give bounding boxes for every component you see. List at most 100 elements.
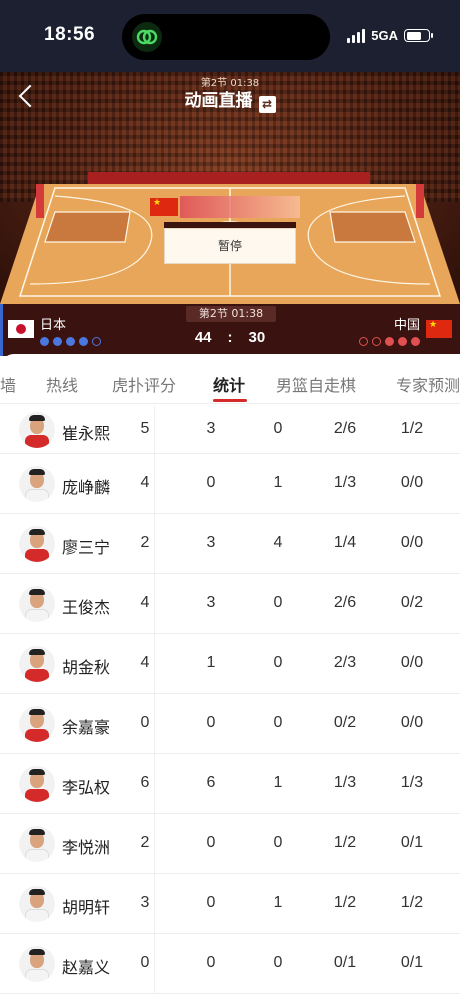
away-team-name: 中国 — [393, 318, 420, 333]
player-name[interactable]: 庞峥麟 — [62, 474, 110, 498]
stat-cell: 1/3 — [400, 774, 424, 791]
player-name[interactable]: 崔永熙 — [62, 420, 110, 444]
arena-banner — [88, 172, 370, 184]
dynamic-island — [122, 14, 330, 60]
player-avatar[interactable] — [19, 412, 55, 448]
player-avatar[interactable] — [19, 466, 55, 502]
stat-cell: 2/6 — [333, 420, 357, 437]
stat-cell: 3 — [206, 534, 216, 551]
stat-cell: 0 — [206, 954, 216, 971]
stat-cell: 2 — [140, 534, 150, 551]
stat-cell: 0 — [273, 594, 283, 611]
stat-cell: 0 — [206, 894, 216, 911]
stat-cell: 3 — [206, 594, 216, 611]
status-time: 18:56 — [44, 24, 96, 45]
stat-cell: 2/3 — [333, 654, 357, 671]
stat-cell: 0 — [206, 714, 216, 731]
stat-cell: 0 — [273, 654, 283, 671]
stat-cell: 0/2 — [333, 714, 357, 731]
tab-wall[interactable]: 墙 — [0, 372, 16, 396]
stat-cell: 4 — [273, 534, 283, 551]
stat-cell: 0/0 — [400, 534, 424, 551]
stat-cell: 1/3 — [333, 774, 357, 791]
player-name[interactable]: 赵嘉义 — [62, 954, 110, 978]
stat-cell: 0 — [140, 714, 150, 731]
stat-cell: 4 — [140, 474, 150, 491]
table-row[interactable]: 李悦洲 2 0 0 1/2 0/1 — [0, 814, 460, 874]
stat-cell: 0 — [273, 834, 283, 851]
table-row[interactable]: 廖三宁 2 3 4 1/4 0/0 — [0, 514, 460, 574]
page-title-text: 动画直播 — [184, 91, 253, 111]
stat-cell: 1 — [206, 654, 216, 671]
pause-notice: 暂停 — [164, 228, 296, 264]
table-row[interactable]: 庞峥麟 4 0 1 1/3 0/0 — [0, 454, 460, 514]
player-name[interactable]: 廖三宁 — [62, 534, 110, 558]
possession-bar — [180, 196, 300, 218]
tab-hotline[interactable]: 热线 — [46, 372, 78, 396]
stat-cell: 0/0 — [400, 714, 424, 731]
stat-cell: 0/1 — [400, 834, 424, 851]
player-avatar[interactable] — [19, 946, 55, 982]
player-name[interactable]: 胡明轩 — [62, 894, 110, 918]
stat-cell: 6 — [206, 774, 216, 791]
home-score: 44 — [194, 329, 212, 346]
stat-cell: 5 — [140, 420, 150, 437]
player-name[interactable]: 王俊杰 — [62, 594, 110, 618]
stat-cell: 1 — [273, 894, 283, 911]
stat-cell: 1/3 — [333, 474, 357, 491]
player-name[interactable]: 余嘉豪 — [62, 714, 110, 738]
stat-cell: 2 — [140, 834, 150, 851]
timeout-dot — [385, 337, 394, 346]
stat-cell: 0/0 — [400, 654, 424, 671]
stat-cell: 0 — [273, 954, 283, 971]
player-avatar[interactable] — [19, 706, 55, 742]
stat-cell: 2/6 — [333, 594, 357, 611]
tab-ratings[interactable]: 虎扑评分 — [112, 372, 176, 396]
stat-cell: 6 — [140, 774, 150, 791]
tab-expert-prediction[interactable]: 专家预测 — [396, 372, 460, 396]
table-row[interactable]: 胡金秋 4 1 0 2/3 0/0 — [0, 634, 460, 694]
table-row[interactable]: 王俊杰 4 3 0 2/6 0/2 — [0, 574, 460, 634]
page-title: 动画直播 ⇄ — [0, 86, 460, 113]
player-name[interactable]: 李悦洲 — [62, 834, 110, 858]
stat-cell: 1/2 — [400, 894, 424, 911]
battery-icon — [404, 29, 433, 42]
content-sheet: 墙 热线 虎扑评分 统计 男篮自走棋 专家预测 崔永熙 5 3 0 2/6 1/2 庞峥麟 4… — [0, 354, 460, 1000]
player-name[interactable]: 李弘权 — [62, 774, 110, 798]
player-name[interactable]: 胡金秋 — [62, 654, 110, 678]
tab-bar: 墙 热线 虎扑评分 统计 男篮自走棋 专家预测 — [0, 354, 460, 404]
timeout-dot — [372, 337, 381, 346]
stat-cell: 1/2 — [333, 894, 357, 911]
table-row[interactable]: 赵嘉义 0 0 0 0/1 0/1 — [0, 934, 460, 994]
stat-cell: 0 — [206, 834, 216, 851]
stat-cell: 0 — [206, 474, 216, 491]
stat-cell: 1/2 — [333, 834, 357, 851]
table-row[interactable]: 崔永熙 5 3 0 2/6 1/2 — [0, 406, 460, 454]
player-avatar[interactable] — [19, 526, 55, 562]
stat-cell: 0/2 — [400, 594, 424, 611]
table-row[interactable]: 李弘权 6 6 1 1/3 1/3 — [0, 754, 460, 814]
player-avatar[interactable] — [19, 766, 55, 802]
tab-auto-chess[interactable]: 男篮自走棋 — [276, 372, 356, 396]
table-row[interactable]: 胡明轩 3 0 1 1/2 1/2 — [0, 874, 460, 934]
player-avatar[interactable] — [19, 826, 55, 862]
stat-cell: 0/1 — [333, 954, 357, 971]
swap-icon[interactable]: ⇄ — [258, 96, 276, 113]
tab-stats[interactable]: 统计 — [213, 372, 245, 396]
period-clock: 第2节 01:38 — [186, 306, 276, 322]
scoreboard: 日本 第2节 01:38 44:30 中国 — [0, 304, 460, 356]
away-score: 30 — [248, 329, 266, 346]
signal-icon — [347, 28, 366, 43]
network-type: 5GA — [371, 28, 398, 43]
player-avatar[interactable] — [19, 646, 55, 682]
player-stats-table: 崔永熙 5 3 0 2/6 1/2 庞峥麟 4 0 1 1/3 0/0 廖三宁 2 3 4 1/4 0/0 王俊杰 4… — [0, 406, 460, 994]
player-avatar[interactable] — [19, 886, 55, 922]
stat-cell: 1/2 — [400, 420, 424, 437]
stat-cell: 0 — [273, 714, 283, 731]
table-row[interactable]: 余嘉豪 0 0 0 0/2 0/0 — [0, 694, 460, 754]
stat-cell: 0/0 — [400, 474, 424, 491]
timeout-dot — [411, 337, 420, 346]
stat-cell: 3 — [206, 420, 216, 437]
timeout-dot — [398, 337, 407, 346]
player-avatar[interactable] — [19, 586, 55, 622]
